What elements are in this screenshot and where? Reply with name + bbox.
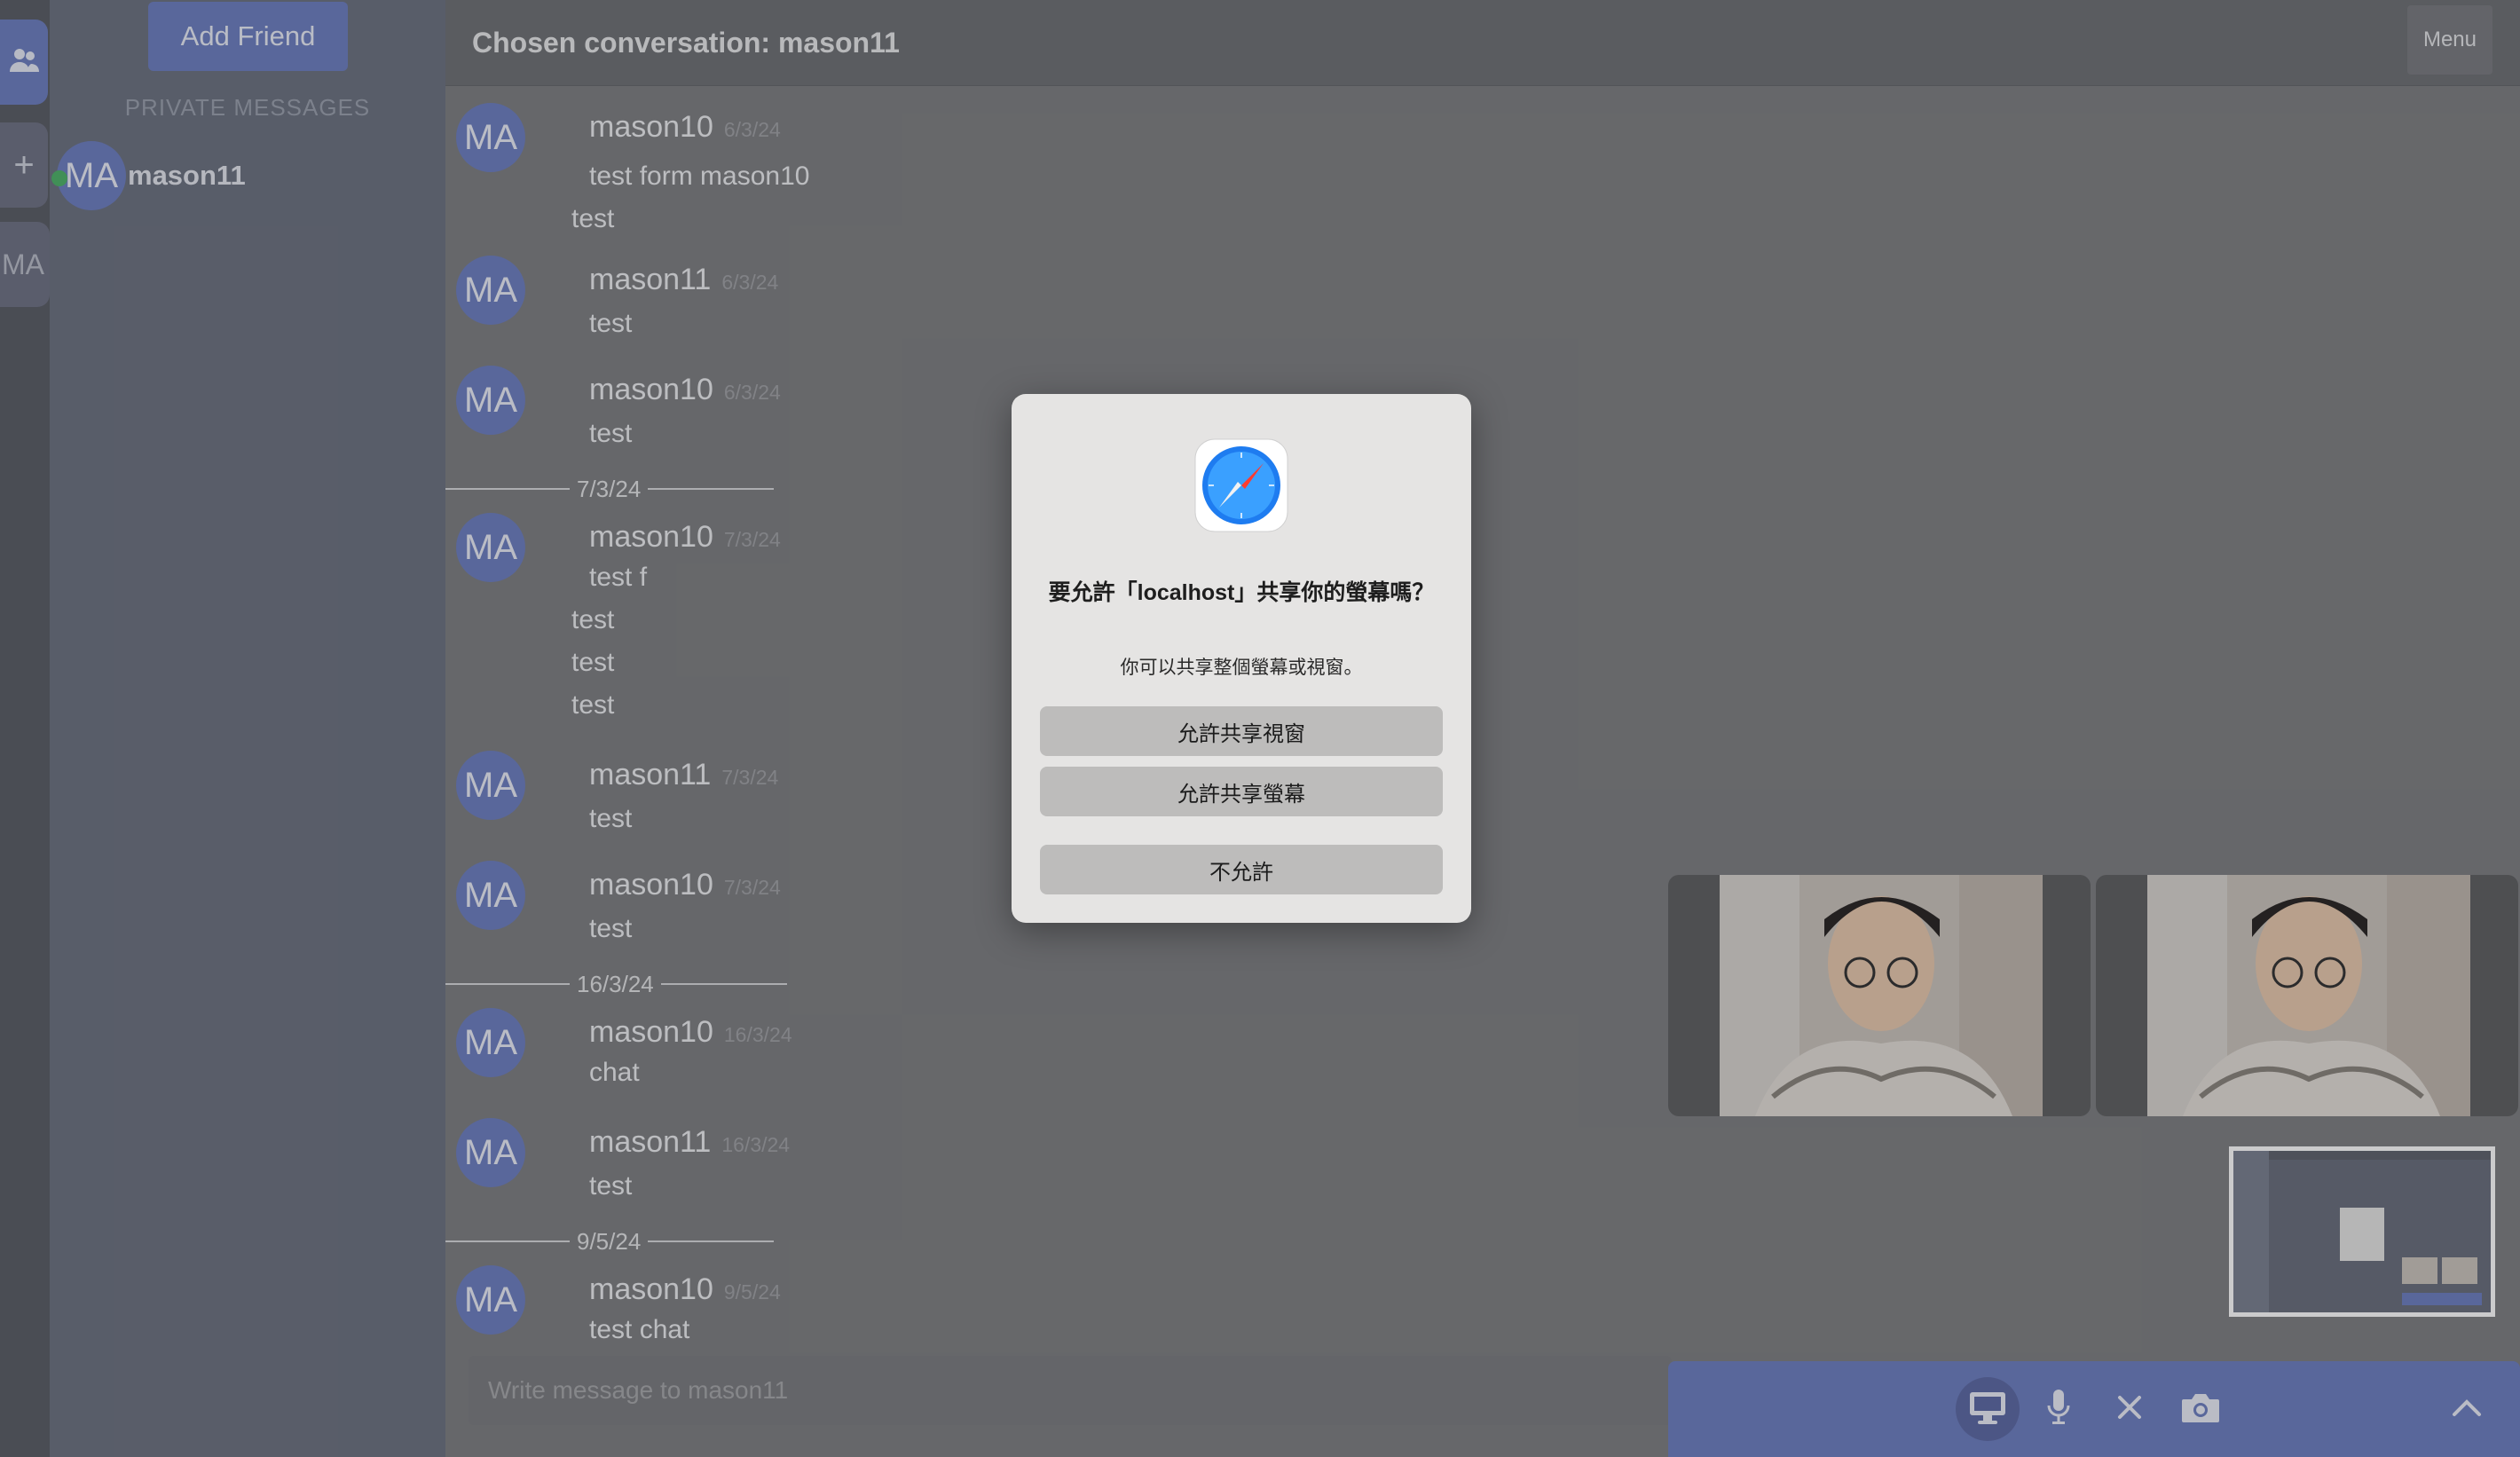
- dialog-title: 要允許「localhost」共享你的螢幕嗎？: [1048, 580, 1435, 605]
- dialog-subtitle: 你可以共享整個螢幕或視窗。: [1120, 658, 1363, 678]
- allow-share-screen-button[interactable]: 允許共享螢幕: [1040, 767, 1443, 816]
- deny-button[interactable]: 不允許: [1040, 845, 1443, 894]
- allow-share-window-button[interactable]: 允許共享視窗: [1040, 706, 1443, 756]
- safari-icon: [1194, 438, 1288, 532]
- screen-share-permission-dialog: 要允許「localhost」共享你的螢幕嗎？ 你可以共享整個螢幕或視窗。 允許共…: [1012, 394, 1471, 923]
